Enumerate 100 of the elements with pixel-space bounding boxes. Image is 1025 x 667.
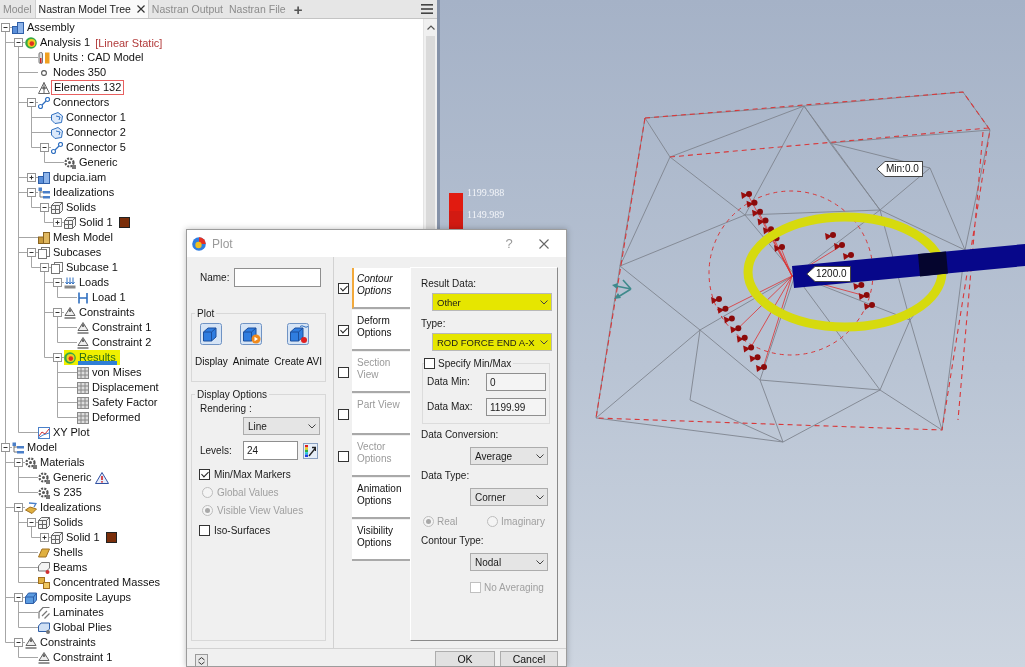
tree-item[interactable]: Constraints	[78, 305, 136, 320]
tree-item[interactable]: Connector 5	[65, 140, 127, 155]
checkbox[interactable]	[338, 325, 349, 336]
expand-toggle[interactable]	[27, 98, 36, 107]
tree-item[interactable]: Generic	[78, 155, 119, 170]
checkbox[interactable]	[338, 283, 349, 294]
tree-item[interactable]: von Mises	[91, 365, 143, 380]
expand-toggle[interactable]	[27, 518, 36, 527]
legend-value: 1149.989	[467, 209, 505, 221]
tree-item[interactable]: Idealizations	[39, 500, 103, 515]
tree-item[interactable]: XY Plot	[52, 425, 91, 440]
tree-item[interactable]: Analysis 1	[39, 35, 92, 50]
tree-item[interactable]: Mesh Model	[52, 230, 114, 245]
tree-item[interactable]: Subcases	[52, 245, 103, 260]
expand-toggle[interactable]	[14, 503, 23, 512]
dropdown[interactable]: Other	[432, 293, 552, 311]
tree-item[interactable]: Constraints	[39, 635, 97, 650]
expand-toggle[interactable]	[53, 353, 62, 362]
name-field[interactable]	[234, 268, 322, 287]
options-tab[interactable]: Contour Options	[352, 268, 410, 309]
expand-toggle[interactable]	[27, 188, 36, 197]
tree-item[interactable]: Solid 1	[78, 215, 114, 230]
expand-toggle[interactable]	[53, 278, 62, 287]
tree-item[interactable]: Constraint 1	[91, 320, 153, 335]
dialog-button[interactable]: OK	[435, 651, 495, 666]
tree-item[interactable]: Constraint 2	[91, 335, 153, 350]
tree-item[interactable]: Elements 132	[51, 80, 125, 95]
expand-toggle[interactable]	[40, 203, 49, 212]
menu-icon[interactable]	[421, 4, 433, 14]
more-options-button[interactable]	[195, 654, 208, 666]
tree-item[interactable]: Units : CAD Model	[52, 50, 145, 65]
tree-item[interactable]: Solid 1	[65, 530, 101, 545]
expand-toggle[interactable]	[14, 458, 23, 467]
tree-item[interactable]: Generic	[52, 470, 93, 485]
cube-icon	[51, 201, 63, 214]
tree-item[interactable]: Composite Layups	[39, 590, 133, 605]
checkbox[interactable]	[424, 358, 435, 369]
tree-item[interactable]: Results	[78, 350, 117, 365]
expand-toggle[interactable]	[27, 248, 36, 257]
options-tab[interactable]: Visibility Options	[352, 520, 410, 561]
options-tab[interactable]: Animation Options	[352, 478, 410, 519]
tree-item[interactable]: Model	[26, 440, 58, 455]
levels-field[interactable]: 24	[243, 441, 298, 460]
chevron-up-icon[interactable]	[426, 25, 435, 30]
data-min-field[interactable]: 0	[486, 372, 546, 391]
dialog-title: Plot	[212, 236, 233, 251]
block-stack-icon	[38, 231, 50, 244]
tree-item[interactable]: dupcia.iam	[52, 170, 108, 185]
color-scale-button[interactable]	[303, 442, 318, 459]
tree-item[interactable]: Solids	[65, 200, 97, 215]
tree-item[interactable]: Shells	[52, 545, 84, 560]
tree-item[interactable]: Assembly	[26, 20, 76, 35]
expand-toggle[interactable]	[40, 533, 49, 542]
field-label: Name:	[200, 272, 230, 283]
tree-item[interactable]: Nodes 350	[52, 65, 108, 80]
tree-item[interactable]: Loads	[78, 275, 110, 290]
checkbox[interactable]	[199, 469, 210, 480]
data-max-field[interactable]: 1199.99	[486, 397, 546, 416]
checkbox[interactable]	[199, 525, 210, 536]
dialog-button[interactable]: Cancel	[500, 651, 558, 666]
plot-action-button[interactable]: Animate	[232, 323, 270, 367]
expand-toggle[interactable]	[40, 263, 49, 272]
tree-item[interactable]: Constraint 1	[52, 650, 114, 665]
option-label: Global Values	[217, 487, 279, 498]
tree-item[interactable]: Solids	[52, 515, 84, 530]
tree-item[interactable]: Connector 2	[65, 125, 127, 140]
tree-item[interactable]: S 235	[52, 485, 83, 500]
expand-toggle[interactable]	[53, 218, 62, 227]
tree-item[interactable]: Materials	[39, 455, 86, 470]
expand-toggle[interactable]	[27, 173, 36, 182]
tree-item[interactable]: Safety Factor	[91, 395, 159, 410]
panel-tab[interactable]: Nastran Model Tree	[34, 0, 149, 18]
tree-item[interactable]: Laminates	[52, 605, 105, 620]
tree-item[interactable]: Beams	[52, 560, 89, 575]
dropdown[interactable]: Average	[470, 447, 548, 465]
expand-toggle[interactable]	[14, 593, 23, 602]
dropdown[interactable]: Corner	[470, 488, 548, 506]
close-icon[interactable]	[136, 5, 145, 13]
tree-item[interactable]: Displacement	[91, 380, 160, 395]
tree-lines	[5, 380, 77, 395]
add-tab-button[interactable]: +	[288, 0, 308, 18]
tree-item[interactable]: Connectors	[52, 95, 111, 110]
tree-item[interactable]: Idealizations	[52, 185, 116, 200]
tree-item[interactable]: Connector 1	[65, 110, 127, 125]
tree-item[interactable]: Subcase 1	[65, 260, 119, 275]
tree-item[interactable]: Load 1	[91, 290, 127, 305]
plot-action-button[interactable]: Create AVI	[274, 323, 322, 367]
expand-toggle[interactable]	[14, 638, 23, 647]
expand-toggle[interactable]	[53, 308, 62, 317]
plot-action-button[interactable]: Display	[195, 323, 228, 367]
expand-toggle[interactable]	[40, 143, 49, 152]
dropdown[interactable]: Line	[243, 417, 320, 435]
tree-item[interactable]: Global Plies	[52, 620, 113, 635]
tree-item[interactable]: Concentrated Masses	[52, 575, 161, 590]
bracket-icon	[77, 291, 89, 304]
dropdown[interactable]: Nodal	[470, 553, 548, 571]
expand-toggle[interactable]	[14, 38, 23, 47]
dropdown[interactable]: ROD FORCE END A-X	[432, 333, 552, 351]
options-tab[interactable]: Deform Options	[352, 310, 410, 351]
tree-item[interactable]: Deformed	[91, 410, 142, 425]
